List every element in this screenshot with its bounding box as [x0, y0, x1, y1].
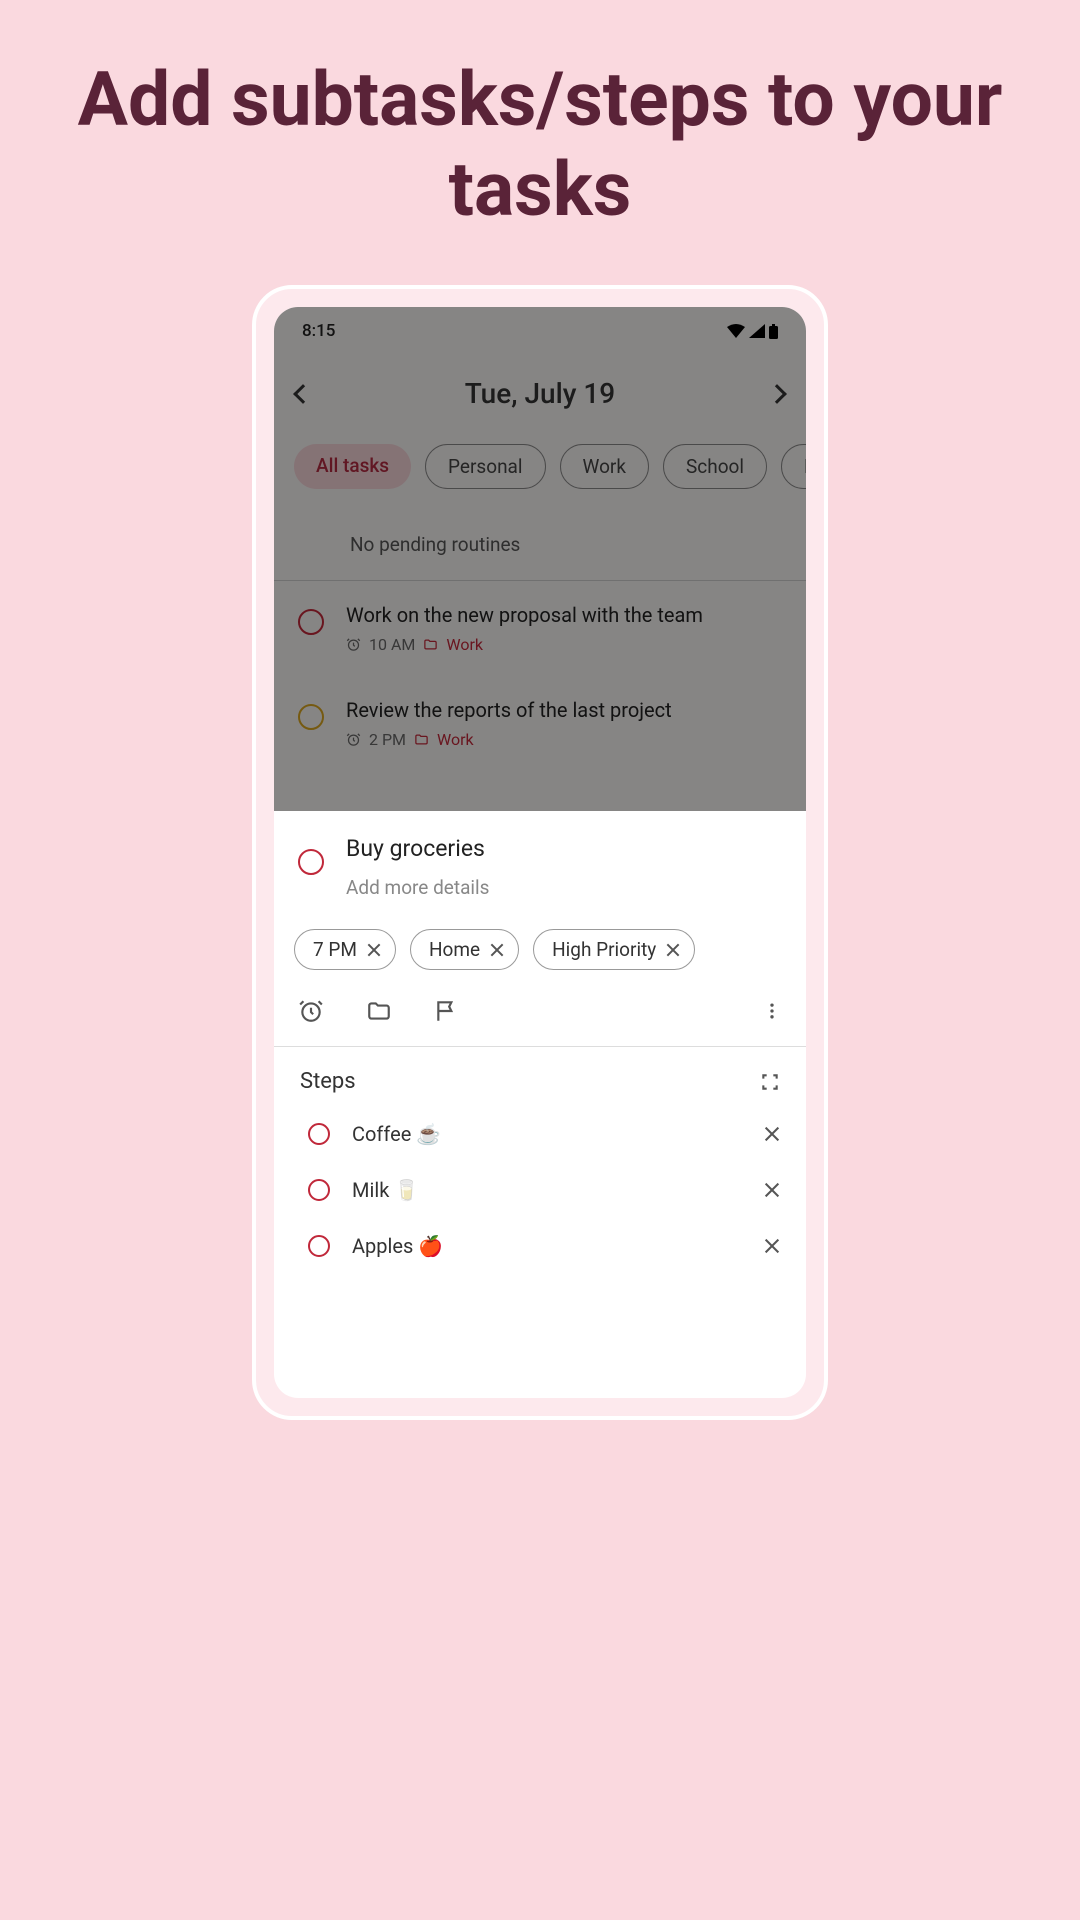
sheet-task-title[interactable]: Buy groceries	[346, 835, 782, 862]
step-label: Coffee ☕	[352, 1122, 742, 1146]
sheet-content: Buy groceries Add more details	[346, 835, 782, 899]
sheet-task-row: Buy groceries Add more details	[274, 811, 806, 911]
alarm-icon[interactable]	[298, 998, 324, 1024]
tag-label: 7 PM	[313, 938, 357, 961]
flag-icon[interactable]	[434, 998, 460, 1024]
task-content: Review the reports of the last project 2…	[346, 698, 782, 749]
steps-title: Steps	[300, 1069, 356, 1094]
sheet-details-input[interactable]: Add more details	[346, 876, 782, 899]
close-icon[interactable]	[764, 1126, 780, 1142]
filter-chip-all[interactable]: All tasks	[294, 444, 411, 489]
tag-label: Home	[429, 938, 480, 961]
date-title[interactable]: Tue, July 19	[465, 377, 615, 410]
wifi-icon	[727, 324, 745, 338]
status-icons	[727, 324, 778, 339]
action-row	[274, 976, 806, 1046]
close-icon[interactable]	[764, 1182, 780, 1198]
phone-screen: 8:15 Tue, July 19 All tasks Personal Wor…	[274, 307, 806, 1398]
alarm-icon	[346, 732, 361, 747]
close-icon[interactable]	[490, 943, 504, 957]
step-label: Milk 🥛	[352, 1178, 742, 1202]
status-time: 8:15	[302, 321, 335, 341]
date-header: Tue, July 19	[274, 349, 806, 434]
task-meta: 10 AM Work	[346, 635, 782, 654]
filter-chip-school[interactable]: School	[663, 444, 767, 489]
dimmed-background: 8:15 Tue, July 19 All tasks Personal Wor…	[274, 307, 806, 811]
expand-icon[interactable]	[760, 1072, 780, 1092]
tag-label: High Priority	[552, 938, 656, 961]
promo-title: Add subtasks/steps to your tasks	[0, 0, 1080, 285]
task-category: Work	[437, 730, 474, 749]
task-category: Work	[446, 635, 483, 654]
task-time: 10 AM	[369, 635, 415, 654]
folder-icon	[423, 637, 438, 652]
phone-frame: 8:15 Tue, July 19 All tasks Personal Wor…	[252, 285, 828, 1420]
step-checkbox[interactable]	[308, 1179, 330, 1201]
chevron-left-icon[interactable]	[293, 384, 313, 404]
step-checkbox[interactable]	[308, 1235, 330, 1257]
close-icon[interactable]	[764, 1238, 780, 1254]
task-item[interactable]: Work on the new proposal with the team 1…	[274, 581, 806, 676]
pending-message: No pending routines	[274, 513, 806, 580]
task-detail-sheet: Buy groceries Add more details 7 PM Home…	[274, 811, 806, 1274]
more-vertical-icon[interactable]	[762, 998, 782, 1024]
folder-icon[interactable]	[366, 998, 392, 1024]
folder-icon	[414, 732, 429, 747]
task-meta: 2 PM Work	[346, 730, 782, 749]
step-label: Apples 🍎	[352, 1234, 742, 1258]
task-title: Work on the new proposal with the team	[346, 603, 782, 627]
filter-chips: All tasks Personal Work School H	[274, 434, 806, 513]
tag-location[interactable]: Home	[410, 929, 519, 970]
steps-header: Steps	[274, 1047, 806, 1106]
alarm-icon	[346, 637, 361, 652]
chevron-right-icon[interactable]	[767, 384, 787, 404]
tag-time[interactable]: 7 PM	[294, 929, 396, 970]
filter-chip-work[interactable]: Work	[560, 444, 649, 489]
sheet-task-checkbox[interactable]	[298, 849, 324, 875]
task-checkbox[interactable]	[298, 704, 324, 730]
task-item[interactable]: Review the reports of the last project 2…	[274, 676, 806, 771]
task-checkbox[interactable]	[298, 609, 324, 635]
signal-icon	[749, 324, 765, 338]
sheet-tags: 7 PM Home High Priority	[274, 911, 806, 976]
step-item[interactable]: Coffee ☕	[274, 1106, 806, 1162]
step-item[interactable]: Milk 🥛	[274, 1162, 806, 1218]
step-item[interactable]: Apples 🍎	[274, 1218, 806, 1274]
status-bar: 8:15	[274, 307, 806, 349]
close-icon[interactable]	[367, 943, 381, 957]
close-icon[interactable]	[666, 943, 680, 957]
filter-chip-partial[interactable]: H	[781, 444, 806, 489]
task-time: 2 PM	[369, 730, 406, 749]
tag-priority[interactable]: High Priority	[533, 929, 695, 970]
task-content: Work on the new proposal with the team 1…	[346, 603, 782, 654]
battery-icon	[769, 324, 778, 339]
task-title: Review the reports of the last project	[346, 698, 782, 722]
filter-chip-personal[interactable]: Personal	[425, 444, 545, 489]
step-checkbox[interactable]	[308, 1123, 330, 1145]
